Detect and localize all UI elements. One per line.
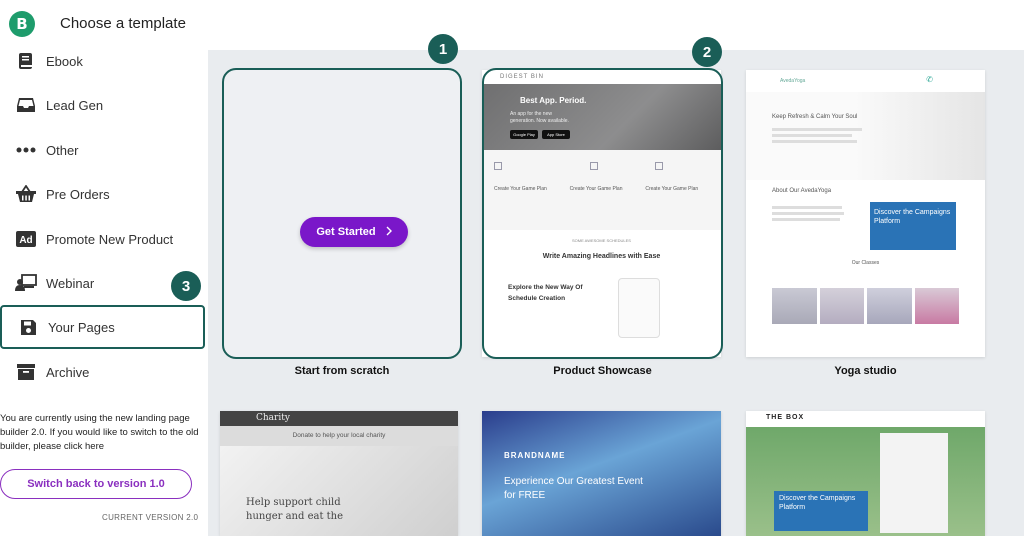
yoga-about: About Our AvedaYoga Discover the Campaig…	[746, 180, 985, 288]
template-caption: Product Showcase	[553, 365, 652, 377]
event-brand: BRANDNAME	[504, 451, 566, 460]
template-caption: Yoga studio	[834, 365, 897, 377]
badge-2: 2	[692, 37, 722, 67]
more-dots-icon	[15, 139, 37, 161]
yoga-class-photos	[746, 288, 985, 324]
charity-brand: Charity	[220, 411, 458, 426]
badge-3: 3	[171, 271, 201, 301]
sidebar-item-label: Archive	[46, 364, 90, 380]
svg-text:Ad: Ad	[19, 235, 32, 246]
phone-icon: ✆	[926, 75, 933, 84]
sidebar-item-promote-new-product[interactable]: Ad Promote New Product	[0, 217, 205, 261]
charity-headline: Help support child hunger and eat the	[246, 497, 344, 522]
sidebar-item-label: Promote New Product	[46, 231, 174, 247]
current-version-label: CURRENT VERSION 2.0	[102, 513, 199, 522]
archive-icon	[15, 361, 37, 383]
book-icon	[15, 50, 37, 72]
template-card-event[interactable]: BRANDNAME Experience Our Greatest Event …	[482, 411, 721, 536]
event-headline: Experience Our Greatest Event for FREE	[504, 476, 643, 501]
template-card-the-box[interactable]: THE BOX Discover the Campaigns Platform	[746, 411, 985, 536]
yoga-classes-title: Our Classes	[851, 260, 880, 266]
save-icon	[17, 316, 39, 338]
template-card-yoga[interactable]: AvedaYoga ✆ Keep Refresh & Calm Your Sou…	[746, 70, 985, 357]
sidebar-item-label: Pre Orders	[46, 186, 110, 202]
page-title: Choose a template	[60, 15, 186, 32]
app-logo[interactable]: B	[9, 11, 35, 37]
basket-icon	[15, 183, 37, 205]
sidebar-item-your-pages[interactable]: Your Pages	[0, 305, 205, 349]
sidebar-item-label: Lead Gen	[46, 97, 104, 113]
box-form	[880, 433, 948, 533]
sidebar-item-lead-gen[interactable]: Lead Gen	[0, 83, 205, 127]
yoga-discover-banner: Discover the Campaigns Platform	[870, 202, 956, 250]
inbox-icon	[15, 94, 37, 116]
sidebar-item-pre-orders[interactable]: Pre Orders	[0, 172, 205, 216]
sidebar-item-archive[interactable]: Archive	[0, 350, 205, 394]
yoga-brand: AvedaYoga ✆	[746, 70, 985, 92]
sidebar-item-label: Your Pages	[48, 319, 115, 335]
box-brand: THE BOX	[766, 414, 805, 421]
sidebar-item-other[interactable]: Other	[0, 128, 205, 172]
showcase-highlight	[482, 68, 723, 359]
template-chooser: B Choose a template Ebook Lead Gen Other	[0, 0, 1024, 536]
sidebar-item-label: Ebook	[46, 53, 83, 69]
yoga-about-title: About Our AvedaYoga	[772, 188, 832, 194]
box-discover-text: Discover the Campaigns Platform	[779, 495, 856, 511]
yoga-hero: Keep Refresh & Calm Your Soul	[746, 92, 985, 180]
charity-banner: Donate to help your local charity	[220, 426, 458, 446]
badge-1: 1	[428, 34, 458, 64]
scratch-highlight	[222, 68, 462, 359]
sidebar-item-label: Webinar	[46, 275, 95, 291]
yoga-discover-text: Discover the Campaigns Platform	[874, 209, 951, 225]
box-discover-banner: Discover the Campaigns Platform	[774, 491, 868, 531]
version-notice: You are currently using the new landing …	[0, 413, 199, 452]
template-grid: Get Started Start from scratch DIGEST BI…	[208, 50, 1024, 536]
webinar-icon	[15, 272, 37, 294]
sidebar-item-label: Other	[46, 142, 79, 158]
switch-version-button[interactable]: Switch back to version 1.0	[0, 469, 192, 499]
yoga-brand-text: AvedaYoga	[780, 78, 806, 84]
yoga-tagline: Keep Refresh & Calm Your Soul	[772, 114, 858, 120]
sidebar-item-ebook[interactable]: Ebook	[0, 39, 205, 83]
template-caption: Start from scratch	[294, 365, 390, 377]
ad-icon: Ad	[15, 228, 37, 250]
template-card-charity[interactable]: Charity Donate to help your local charit…	[220, 411, 458, 536]
